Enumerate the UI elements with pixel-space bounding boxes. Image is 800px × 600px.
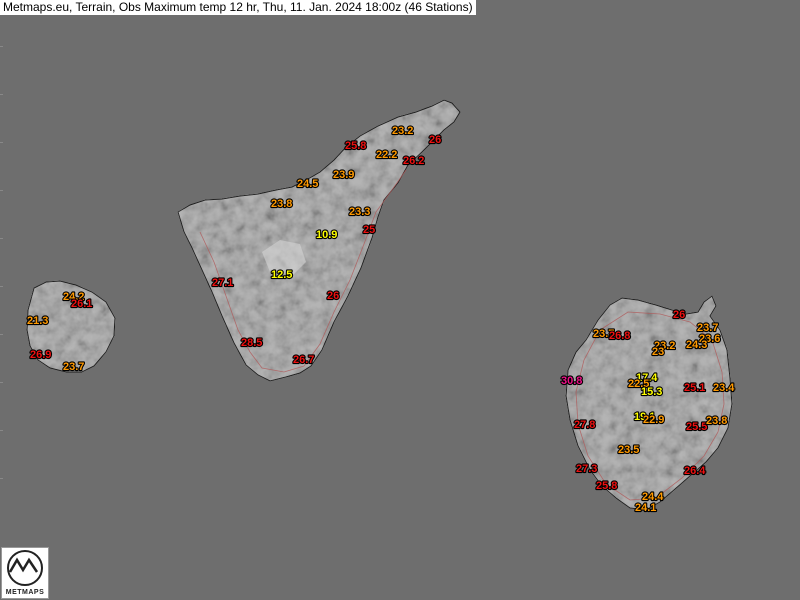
edge-tick [0, 190, 3, 191]
station-temp-label: 23.9 [333, 169, 354, 181]
station-temp-label: 26.2 [403, 155, 424, 167]
station-temp-label: 30.8 [561, 375, 582, 387]
station-temp-label: 10.9 [316, 229, 337, 241]
metmaps-logo-text: METMAPS [5, 589, 45, 596]
station-temp-label: 25.8 [345, 140, 366, 152]
station-temp-label: 22.9 [643, 414, 664, 426]
station-temp-label: 24.3 [686, 339, 707, 351]
metmaps-logo: METMAPS [1, 547, 49, 599]
station-temp-label: 27.1 [212, 277, 233, 289]
station-temp-label: 26.9 [30, 349, 51, 361]
station-temp-label: 25 [363, 224, 375, 236]
station-temp-label: 26 [429, 134, 441, 146]
station-temp-label: 26.4 [684, 465, 706, 477]
station-temp-label: 26.1 [71, 298, 92, 310]
edge-tick [0, 94, 3, 95]
edge-tick [0, 382, 3, 383]
station-temp-label: 23.2 [392, 125, 413, 137]
station-temp-label: 26.8 [609, 330, 630, 342]
station-temp-label: 15.3 [641, 386, 662, 398]
station-temp-label: 12.5 [271, 269, 292, 281]
edge-tick [0, 286, 3, 287]
edge-tick [0, 142, 3, 143]
metmaps-logo-mark [7, 550, 43, 586]
station-temp-label: 23.8 [706, 415, 727, 427]
station-temp-label: 26 [673, 309, 685, 321]
station-temp-label: 27.8 [574, 419, 595, 431]
edge-tick [0, 238, 3, 239]
station-temp-label: 27.3 [576, 463, 597, 475]
station-temp-label: 23.7 [63, 361, 84, 373]
map-title: Metmaps.eu, Terrain, Obs Maximum temp 12… [0, 0, 476, 15]
station-temp-label: 22.2 [376, 149, 397, 161]
station-temp-label: 21.3 [27, 315, 48, 327]
station-temp-label: 23.4 [713, 382, 735, 394]
station-temp-label: 26 [327, 290, 339, 302]
station-temp-label: 25.8 [596, 480, 617, 492]
station-temp-label: 24.1 [635, 502, 656, 514]
station-temp-label: 26.7 [293, 354, 314, 366]
station-temp-label: 23.8 [271, 198, 292, 210]
station-temp-label: 24.5 [297, 178, 318, 190]
station-temp-label: 25.5 [686, 421, 707, 433]
station-temp-label: 28.5 [241, 337, 262, 349]
station-temp-label: 25.1 [684, 382, 705, 394]
station-temp-label: 23.3 [349, 206, 370, 218]
edge-tick [0, 46, 3, 47]
terrain-map: 23.2 26 25.8 22.2 26.2 24.5 23.9 23.8 23.3 10.9 25… [26, 99, 736, 515]
station-temp-label: 23 [652, 346, 664, 358]
edge-tick [0, 334, 3, 335]
edge-tick [0, 478, 3, 479]
station-temp-label: 23.5 [618, 444, 639, 456]
edge-tick [0, 430, 3, 431]
